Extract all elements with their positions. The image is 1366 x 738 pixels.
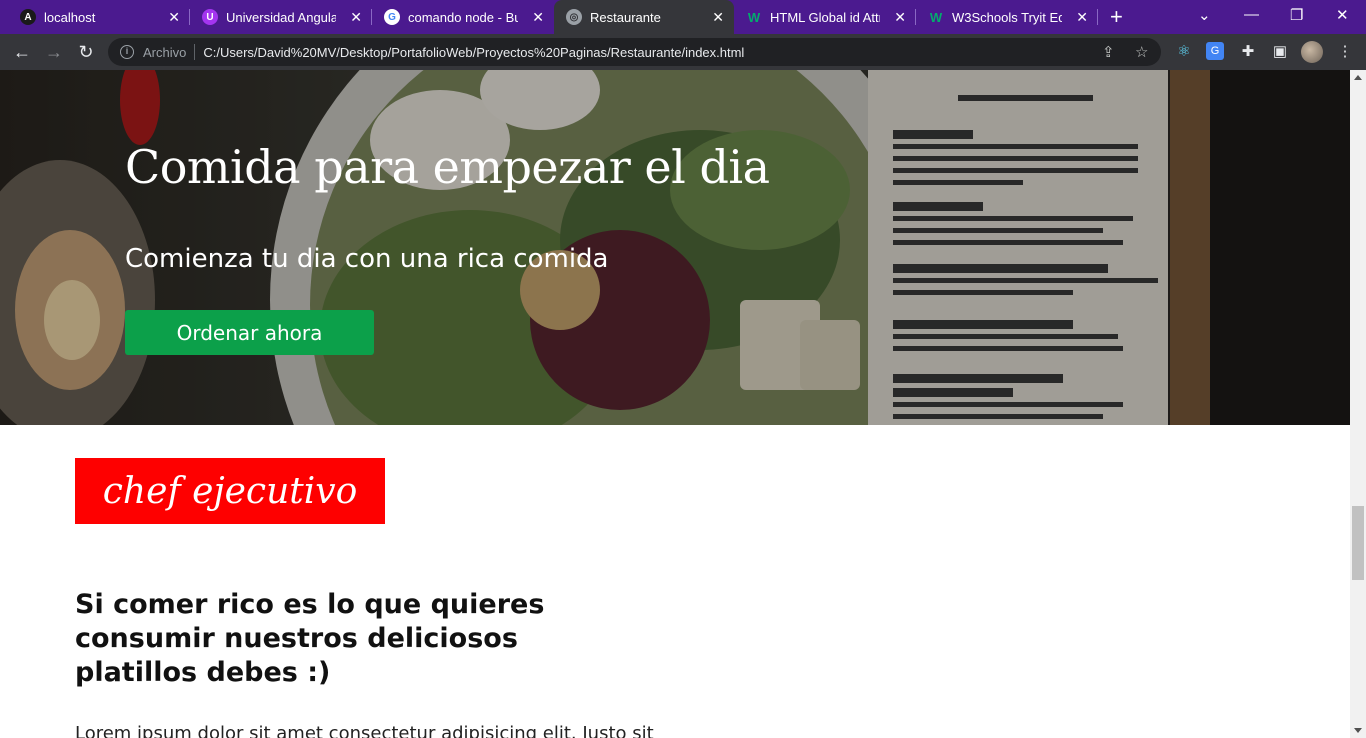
tab-title: Restaurante [590,9,661,25]
tab-title: comando node - Busc [408,9,518,25]
google-translate-icon[interactable]: G [1206,42,1224,60]
menu-icon[interactable]: ⋮ [1335,42,1355,62]
tab-title: HTML Global id Attrib [770,9,880,25]
hero-banner: Comida para empezar el dia Comienza tu d… [0,70,1350,425]
url-text[interactable]: C:/Users/David%20MV/Desktop/PortafolioWe… [203,45,744,60]
close-icon[interactable]: ✕ [532,9,544,25]
angular-icon: A [20,9,36,25]
extensions-icon[interactable]: ✚ [1238,42,1258,62]
close-icon[interactable]: ✕ [1076,9,1088,25]
tab-title: localhost [44,9,96,25]
side-panel-icon[interactable]: ▣ [1270,42,1290,62]
share-icon[interactable]: ⇪ [1102,43,1115,61]
section-heading: Si comer rico es lo que quieres consumir… [75,589,545,688]
back-icon[interactable]: ← [10,40,34,64]
tab-w3schools-tryit[interactable]: W W3Schools Tryit Editor ✕ [916,0,1098,34]
forward-icon[interactable]: → [42,40,66,64]
address-divider [194,44,196,60]
section-paragraph: Lorem ipsum dolor sit amet consectetur a… [75,723,654,738]
scrollbar-thumb[interactable] [1352,506,1364,580]
react-devtools-icon[interactable]: ⚛ [1174,42,1194,62]
close-icon[interactable]: ✕ [894,9,906,25]
hero-subtitle: Comienza tu dia con una rica comida [125,244,609,274]
w3schools-icon: W [747,9,761,25]
google-icon: G [384,9,400,25]
new-tab-button[interactable]: + [1110,6,1123,28]
close-icon[interactable]: ✕ [350,9,362,25]
scroll-down-arrow-icon[interactable] [1354,728,1362,733]
browser-tab-strip: A localhost ✕ U Universidad Angular - ✕ … [0,0,1366,34]
close-icon[interactable]: ✕ [712,9,724,25]
tab-search-icon[interactable]: ⌄ [1198,6,1211,24]
tab-title: W3Schools Tryit Editor [952,9,1062,25]
chef-section-label: chef ejecutivo [75,458,385,524]
page-viewport: Comida para empezar el dia Comienza tu d… [0,70,1350,738]
tab-separator [1097,9,1098,25]
close-icon[interactable]: ✕ [168,9,180,25]
page-scrollbar[interactable] [1350,70,1366,738]
tab-localhost[interactable]: A localhost ✕ [0,0,190,34]
tab-html-global-id[interactable]: W HTML Global id Attrib ✕ [734,0,916,34]
tab-title: Universidad Angular - [226,9,336,25]
tab-comando-node[interactable]: G comando node - Busc ✕ [372,0,554,34]
tab-restaurante[interactable]: ◎ Restaurante ✕ [554,0,734,34]
reload-icon[interactable]: ↻ [74,40,98,64]
address-bar[interactable]: i Archivo C:/Users/David%20MV/Desktop/Po… [108,38,1161,66]
w3schools-icon: W [929,9,943,25]
tab-universidad-angular[interactable]: U Universidad Angular - ✕ [190,0,372,34]
info-icon[interactable]: i [120,45,134,59]
browser-toolbar: ← → ↻ i Archivo C:/Users/David%20MV/Desk… [0,34,1366,70]
order-now-button[interactable]: Ordenar ahora [125,310,374,355]
profile-avatar[interactable] [1301,41,1323,63]
bookmark-star-icon[interactable]: ☆ [1135,43,1148,61]
restore-icon[interactable]: ❐ [1290,6,1303,24]
security-label: Archivo [143,44,187,60]
close-window-icon[interactable]: ✕ [1336,6,1349,24]
globe-icon: ◎ [566,9,582,25]
scroll-up-arrow-icon[interactable] [1354,75,1362,80]
hero-title: Comida para empezar el dia [125,140,770,194]
minimize-icon[interactable]: — [1244,6,1259,23]
chef-label-text: chef ejecutivo [102,470,358,512]
udemy-icon: U [202,9,218,25]
